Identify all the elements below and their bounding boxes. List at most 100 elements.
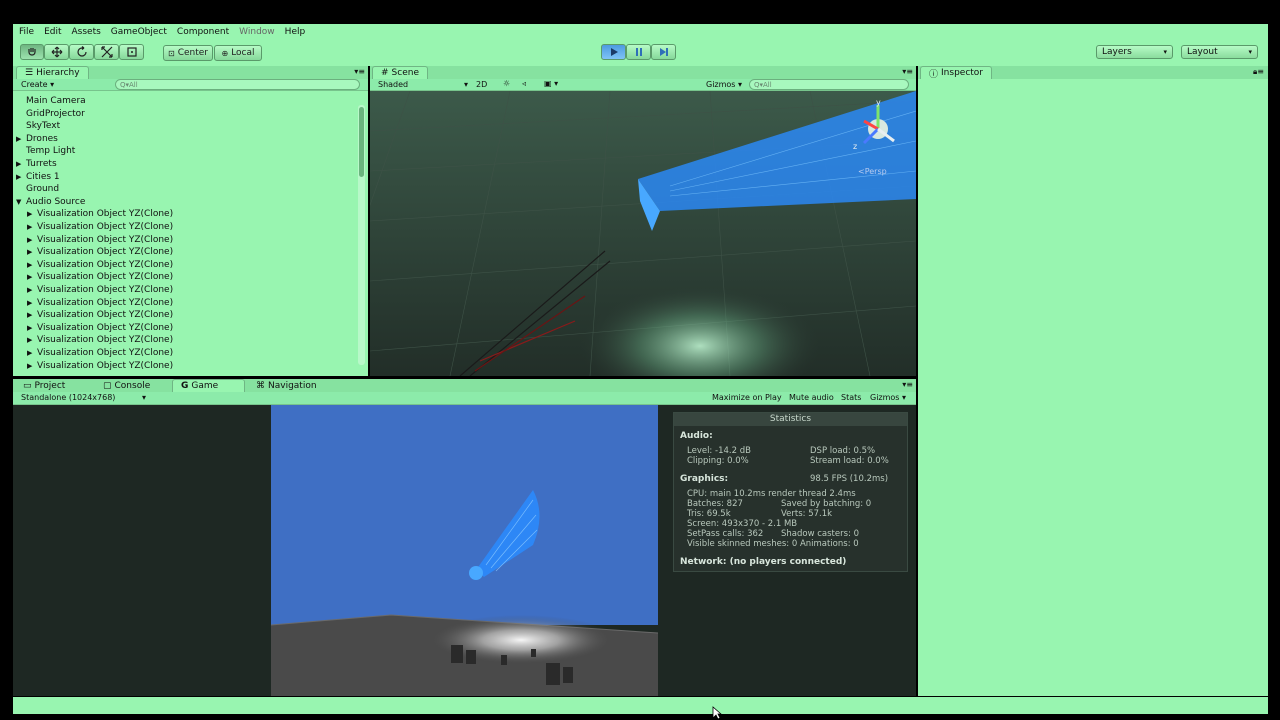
scene-search-input[interactable]: Q▾All bbox=[749, 79, 909, 90]
tab-project[interactable]: ▭ Project bbox=[15, 379, 73, 393]
pivot-center-button[interactable]: ⊡ Center bbox=[163, 45, 213, 61]
pause-button[interactable] bbox=[626, 44, 651, 60]
menu-item-help[interactable]: Help bbox=[285, 27, 306, 37]
gizmos-label: Gizmos bbox=[870, 393, 900, 402]
maximize-label: Maximize on Play bbox=[712, 393, 782, 402]
tab-console[interactable]: ▢ Console bbox=[95, 379, 158, 393]
hierarchy-item[interactable]: ▶ Visualization Object YZ(Clone) bbox=[27, 260, 173, 270]
scene-viewport: y z <Persp bbox=[370, 91, 916, 376]
move-tool-button[interactable] bbox=[44, 44, 69, 60]
hierarchy-item[interactable]: ▶ Turrets bbox=[16, 159, 57, 169]
scene-view[interactable]: y z <Persp bbox=[370, 91, 916, 376]
menu-item-component[interactable]: Component bbox=[177, 27, 229, 37]
panel-menu-icon[interactable]: ▾≡ bbox=[902, 380, 913, 389]
maximize-on-play-toggle[interactable]: Maximize on Play bbox=[712, 393, 782, 402]
rect-tool-button[interactable] bbox=[119, 44, 144, 60]
hierarchy-item[interactable]: ▶ Visualization Object YZ(Clone) bbox=[27, 272, 173, 282]
hierarchy-toolbar: Create ▾ Q▾All bbox=[13, 79, 368, 91]
scene-audio-icon[interactable]: ◃ bbox=[522, 79, 526, 88]
rotate-icon bbox=[76, 46, 87, 57]
collapsed-arrow-icon[interactable]: ▶ bbox=[27, 236, 37, 244]
hierarchy-item[interactable]: ▶ Drones bbox=[16, 134, 58, 144]
hierarchy-item-label: Visualization Object YZ(Clone) bbox=[37, 259, 174, 270]
collapsed-arrow-icon[interactable]: ▶ bbox=[27, 286, 37, 294]
menu-item-window[interactable]: Window bbox=[239, 27, 275, 37]
hierarchy-item[interactable]: ▶ Visualization Object YZ(Clone) bbox=[27, 310, 173, 320]
search-placeholder: Q▾All bbox=[754, 80, 772, 89]
scene-gizmos-dropdown[interactable]: Gizmos ▾ bbox=[706, 80, 742, 89]
panel-menu-icon[interactable]: ▾≡ bbox=[354, 67, 365, 76]
hierarchy-item[interactable]: ▶ Visualization Object YZ(Clone) bbox=[27, 209, 173, 219]
collapsed-arrow-icon[interactable]: ▶ bbox=[27, 273, 37, 281]
menu-item-gameobject[interactable]: GameObject bbox=[111, 27, 167, 37]
collapsed-arrow-icon[interactable]: ▶ bbox=[27, 210, 37, 218]
hierarchy-tab-label: Hierarchy bbox=[36, 68, 80, 78]
hierarchy-item[interactable]: Ground bbox=[16, 184, 59, 194]
game-view[interactable]: Statistics Audio: Level: -14.2 dB Clippi… bbox=[13, 405, 916, 696]
hierarchy-item[interactable]: ▶ Visualization Object YZ(Clone) bbox=[27, 298, 173, 308]
menu-item-edit[interactable]: Edit bbox=[44, 27, 61, 37]
hierarchy-scrollbar[interactable] bbox=[358, 105, 365, 365]
shading-dropdown[interactable]: Shaded ▾ bbox=[378, 80, 468, 89]
info-icon: ⓘ bbox=[929, 69, 939, 80]
collapsed-arrow-icon[interactable]: ▶ bbox=[27, 311, 37, 319]
hierarchy-item[interactable]: ▼ Audio Source bbox=[16, 197, 85, 207]
hierarchy-item[interactable]: ▶ Visualization Object YZ(Clone) bbox=[27, 235, 173, 245]
scene-effects-icon[interactable]: ▣ ▾ bbox=[544, 79, 558, 88]
collapsed-arrow-icon[interactable]: ▶ bbox=[27, 299, 37, 307]
collapsed-arrow-icon[interactable]: ▶ bbox=[27, 223, 37, 231]
pivot-local-button[interactable]: ⊕ Local bbox=[214, 45, 262, 61]
resolution-dropdown[interactable]: Standalone (1024x768) ▾ bbox=[21, 393, 146, 402]
collapsed-arrow-icon[interactable]: ▶ bbox=[27, 336, 37, 344]
hand-tool-button[interactable] bbox=[20, 44, 44, 60]
collapsed-arrow-icon[interactable]: ▶ bbox=[27, 248, 37, 256]
scale-tool-button[interactable] bbox=[94, 44, 119, 60]
collapsed-arrow-icon[interactable]: ▶ bbox=[16, 160, 26, 168]
create-dropdown[interactable]: Create ▾ bbox=[21, 80, 54, 89]
collapsed-arrow-icon[interactable]: ▶ bbox=[27, 362, 37, 370]
expanded-arrow-icon[interactable]: ▼ bbox=[16, 198, 26, 206]
game-gizmos-dropdown[interactable]: Gizmos ▾ bbox=[870, 393, 906, 402]
tab-scene[interactable]: # Scene bbox=[372, 66, 428, 79]
tab-game[interactable]: G Game bbox=[172, 379, 245, 392]
panel-menu-icon[interactable]: ▾≡ bbox=[902, 67, 913, 76]
menu-item-file[interactable]: File bbox=[19, 27, 34, 37]
hierarchy-item[interactable]: ▶ Visualization Object YZ(Clone) bbox=[27, 348, 173, 358]
hierarchy-item[interactable]: GridProjector bbox=[16, 109, 85, 119]
layers-dropdown[interactable]: Layers ▾ bbox=[1096, 45, 1173, 59]
hierarchy-item[interactable]: ▶ Visualization Object YZ(Clone) bbox=[27, 323, 173, 333]
lock-icon[interactable]: 🔒︎≡ bbox=[1253, 67, 1264, 77]
collapsed-arrow-icon[interactable]: ▶ bbox=[27, 261, 37, 269]
statistics-panel: Statistics Audio: Level: -14.2 dB Clippi… bbox=[673, 412, 908, 572]
mute-audio-toggle[interactable]: Mute audio bbox=[789, 393, 834, 402]
hierarchy-search-input[interactable]: Q▾All bbox=[115, 79, 360, 90]
collapsed-arrow-icon[interactable]: ▶ bbox=[16, 135, 26, 143]
hierarchy-item[interactable]: ▶ Visualization Object YZ(Clone) bbox=[27, 247, 173, 257]
layout-dropdown[interactable]: Layout ▾ bbox=[1181, 45, 1258, 59]
hierarchy-item[interactable]: ▶ Visualization Object YZ(Clone) bbox=[27, 222, 173, 232]
hierarchy-item[interactable]: Temp Light bbox=[16, 146, 75, 156]
tab-inspector[interactable]: ⓘ Inspector bbox=[920, 66, 992, 80]
stats-toggle[interactable]: Stats bbox=[841, 393, 861, 402]
step-button[interactable] bbox=[651, 44, 676, 60]
hierarchy-item[interactable]: ▶ Visualization Object YZ(Clone) bbox=[27, 285, 173, 295]
collapsed-arrow-icon[interactable]: ▶ bbox=[27, 324, 37, 332]
scene-lighting-icon[interactable]: ☼ bbox=[503, 79, 510, 88]
menu-item-assets[interactable]: Assets bbox=[72, 27, 101, 37]
hierarchy-item[interactable]: SkyText bbox=[16, 121, 60, 131]
rotate-tool-button[interactable] bbox=[69, 44, 94, 60]
toggle-2d-button[interactable]: 2D bbox=[476, 80, 487, 89]
perspective-label[interactable]: <Persp bbox=[858, 167, 887, 176]
tab-navigation[interactable]: ⌘ Navigation bbox=[248, 379, 325, 393]
hierarchy-item[interactable]: ▶ Visualization Object YZ(Clone) bbox=[27, 335, 173, 345]
hierarchy-item[interactable]: ▶ Visualization Object YZ(Clone) bbox=[27, 361, 173, 371]
play-button[interactable] bbox=[601, 44, 626, 60]
hierarchy-item[interactable]: ▶ Cities 1 bbox=[16, 172, 60, 182]
collapsed-arrow-icon[interactable]: ▶ bbox=[16, 173, 26, 181]
chevron-down-icon: ▾ bbox=[141, 393, 146, 402]
hierarchy-item[interactable]: Main Camera bbox=[16, 96, 86, 106]
collapsed-arrow-icon[interactable]: ▶ bbox=[27, 349, 37, 357]
tab-hierarchy[interactable]: ☰ Hierarchy bbox=[16, 66, 89, 79]
audio-clipping: Clipping: 0.0% bbox=[687, 456, 749, 466]
scrollbar-thumb[interactable] bbox=[359, 107, 364, 177]
